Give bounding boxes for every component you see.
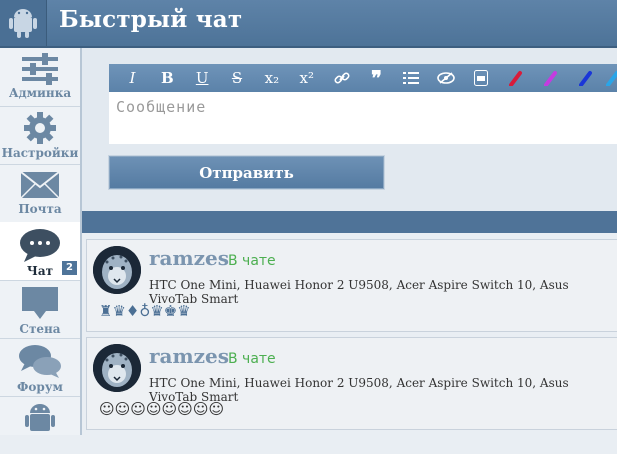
message-item: ramzes В чате HTC One Mini, Huawei Honor…: [86, 337, 617, 430]
forum-icon: [19, 345, 61, 378]
quote-icon[interactable]: ❞: [359, 64, 394, 92]
sidebar-item-label: Админка: [8, 86, 72, 100]
sliders-icon: [22, 53, 58, 85]
send-button[interactable]: Отправить: [109, 156, 384, 189]
formatting-toolbar: I B U S x₂ x² ❞: [109, 64, 617, 92]
sidebar-item-settings[interactable]: Настройки: [0, 106, 80, 165]
message-composer: I B U S x₂ x² ❞ Сообщение Отправить: [82, 48, 617, 211]
username-link[interactable]: ramzes: [149, 344, 229, 368]
unread-badge: 2: [62, 261, 77, 275]
android-icon[interactable]: [0, 0, 47, 46]
message-input[interactable]: [109, 92, 617, 144]
video-icon[interactable]: [464, 64, 499, 92]
username-link[interactable]: ramzes: [149, 246, 229, 270]
list-icon[interactable]: [394, 64, 429, 92]
sidebar-item-mail[interactable]: Почта: [0, 164, 80, 223]
subscript-button[interactable]: x₂: [254, 64, 289, 92]
sidebar: Админка Настройки Почта Чат 2 Стена Фору…: [0, 48, 82, 435]
user-badges: ♜♛♦♁♛♚♛: [99, 302, 191, 320]
page-title: Быстрый чат: [59, 6, 243, 33]
app-header: Быстрый чат: [0, 0, 617, 48]
chat-bubble-icon: [20, 229, 60, 262]
italic-button[interactable]: I: [115, 64, 150, 92]
message-list: ramzes В чате HTC One Mini, Huawei Honor…: [82, 233, 617, 435]
section-divider: [82, 211, 617, 233]
spoiler-icon[interactable]: [429, 64, 464, 92]
online-status: В чате: [228, 351, 276, 367]
strikethrough-button[interactable]: S: [220, 64, 255, 92]
main-content: I B U S x₂ x² ❞ Сообщение Отправить ramz…: [82, 48, 617, 435]
sidebar-item-chat[interactable]: Чат 2: [0, 222, 80, 281]
sidebar-item-forum[interactable]: Форум: [0, 338, 80, 397]
avatar[interactable]: [93, 344, 141, 392]
online-status: В чате: [228, 253, 276, 269]
bold-button[interactable]: B: [150, 64, 185, 92]
sidebar-item-label: Форум: [17, 380, 63, 394]
link-icon[interactable]: [324, 64, 359, 92]
color-purple-icon[interactable]: [533, 64, 568, 92]
sidebar-item-android[interactable]: [0, 396, 80, 454]
underline-button[interactable]: U: [185, 64, 220, 92]
sidebar-item-wall[interactable]: Стена: [0, 280, 80, 339]
android-icon: [25, 404, 55, 431]
sidebar-item-admin[interactable]: Админка: [0, 48, 80, 107]
smiley-icons: ☺☺☺☺☺☺☺☺: [99, 400, 225, 418]
device-list: HTC One Mini, Huawei Honor 2 U9508, Acer…: [149, 278, 569, 306]
sidebar-item-label: Чат: [26, 264, 54, 278]
gear-icon: [24, 112, 56, 144]
color-red-icon[interactable]: [498, 64, 533, 92]
message-emoji: ☺☺☺☺☺☺☺☺: [99, 400, 224, 418]
sidebar-item-label: Почта: [18, 202, 62, 216]
sidebar-item-label: Стена: [19, 322, 61, 336]
sidebar-item-label: Настройки: [1, 146, 79, 160]
wall-icon: [22, 287, 58, 319]
badge-icons: ♜♛♦♁♛♚♛: [99, 302, 191, 320]
color-lightblue-icon[interactable]: [603, 64, 617, 92]
envelope-icon: [20, 171, 60, 199]
color-blue-icon[interactable]: [568, 64, 603, 92]
message-item: ramzes В чате HTC One Mini, Huawei Honor…: [86, 239, 617, 332]
superscript-button[interactable]: x²: [289, 64, 324, 92]
avatar[interactable]: [93, 246, 141, 294]
